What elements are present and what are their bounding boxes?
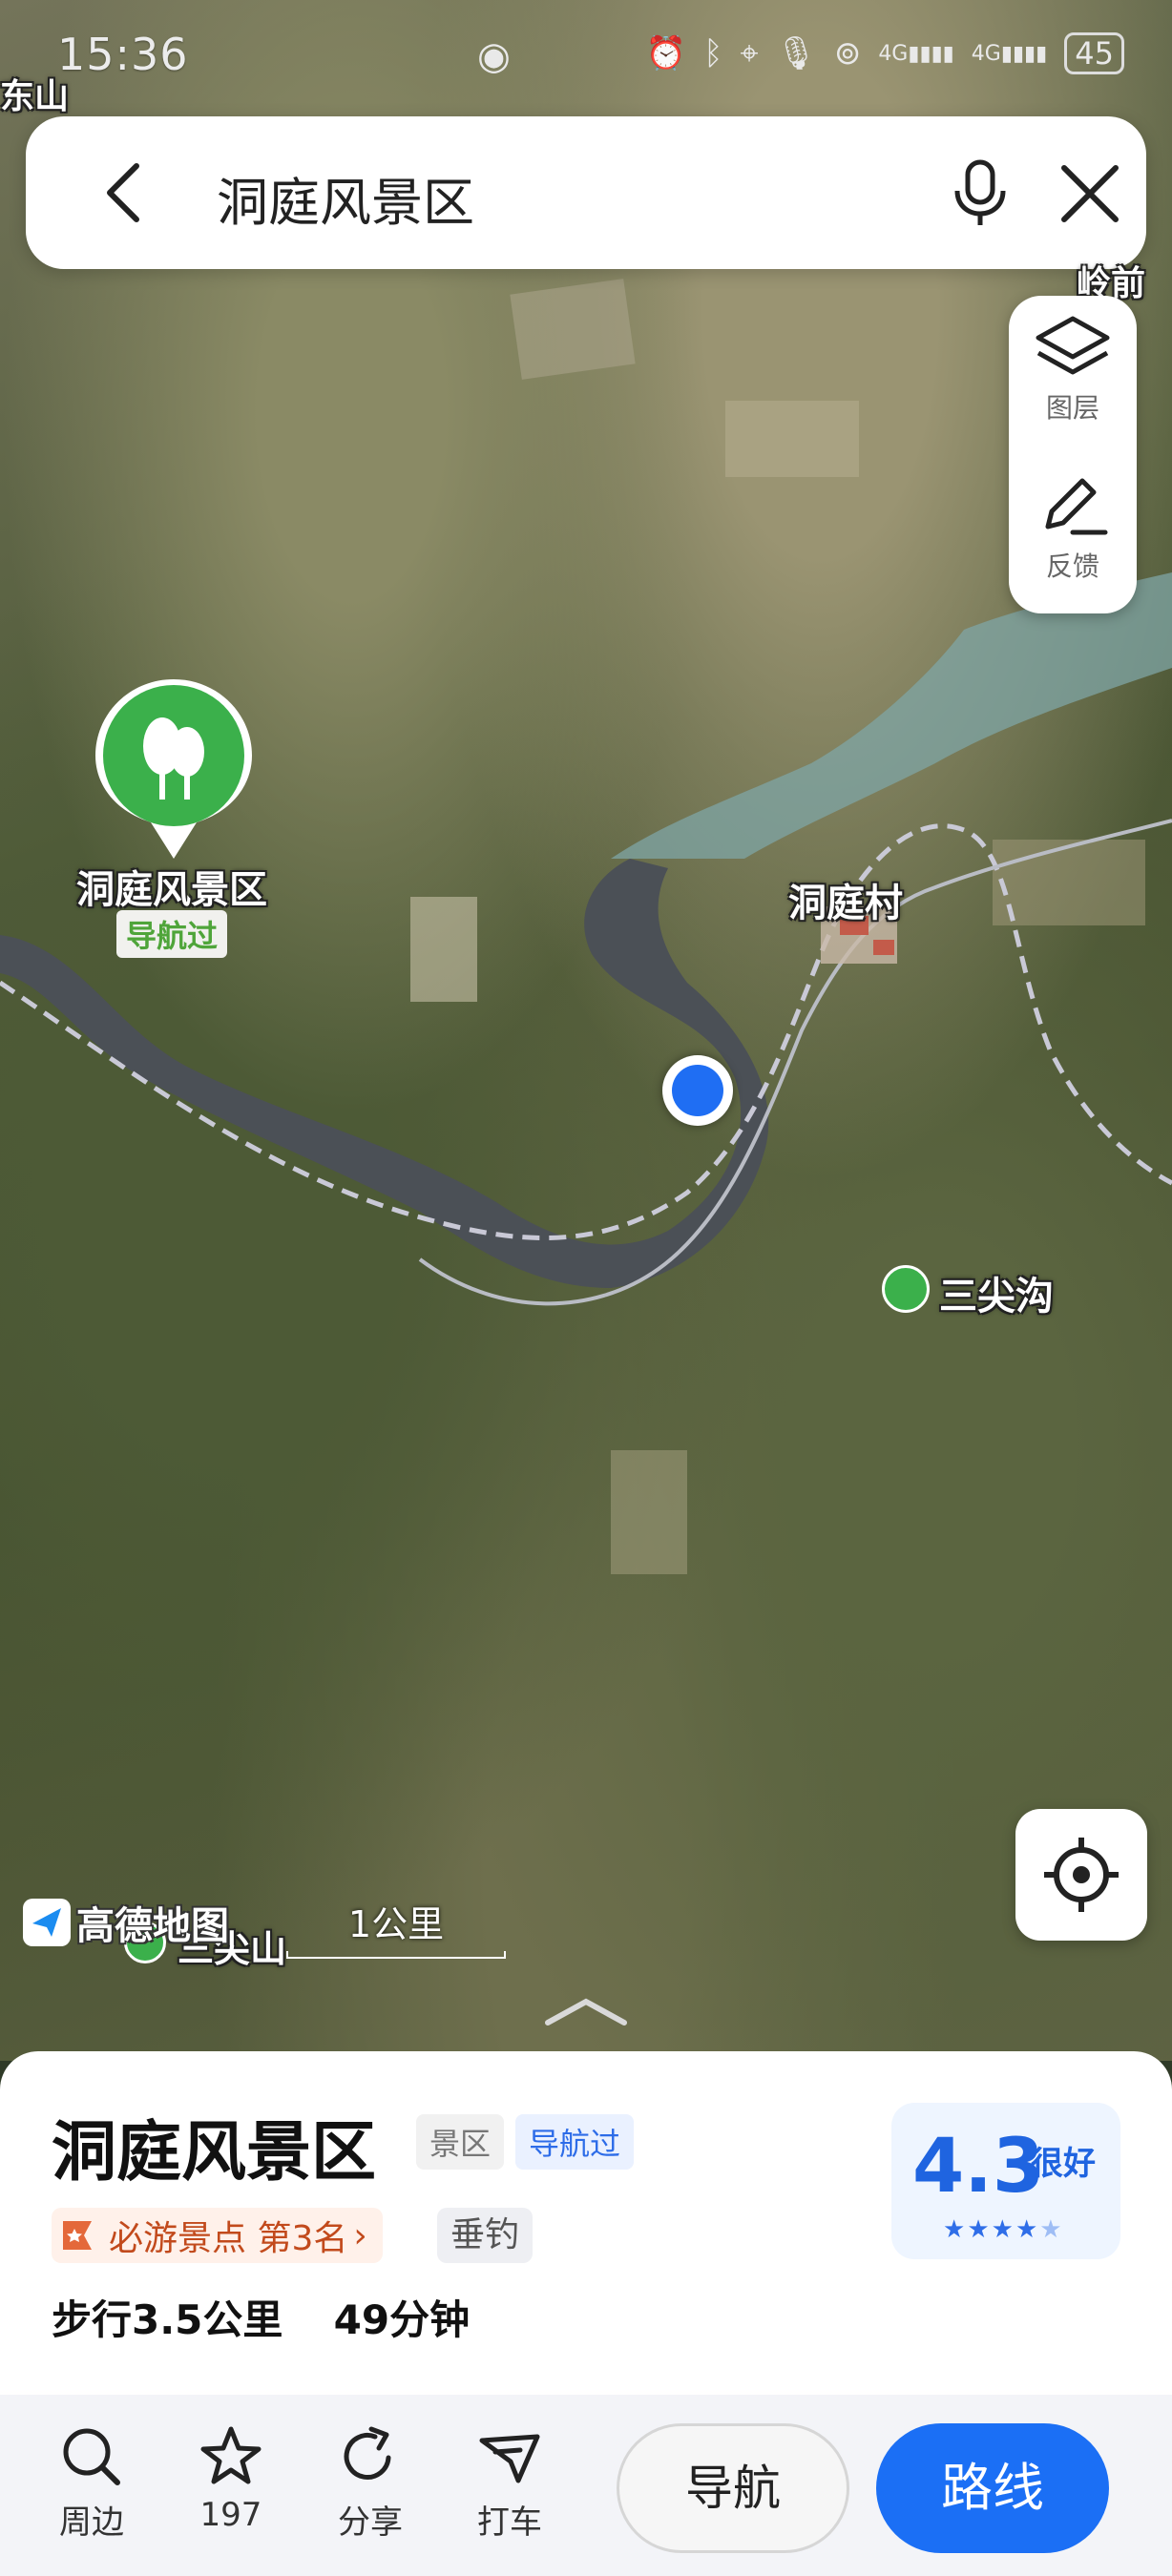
- poi-name-label: 洞庭风景区: [76, 868, 267, 912]
- eye-icon: ◉: [477, 34, 511, 78]
- rating-word: 很好: [1031, 2145, 1096, 2183]
- bottom-toolbar: 周边 197 分享 打车 导航 路线: [0, 2395, 1172, 2576]
- scale-bar: [286, 1951, 506, 1959]
- walk-time: 49分钟: [333, 2296, 471, 2343]
- amap-logo: 高德地图: [23, 1895, 229, 1950]
- route-button[interactable]: 路线: [876, 2423, 1109, 2553]
- status-bar: 15:36 ◉ ⏰ ᛒ ⌖ 🎙 ⊚ 4G▮▮▮▮ 4G▮▮▮▮ 45: [0, 0, 1172, 114]
- walk-info: 步行3.5公里 49分钟: [52, 2288, 470, 2346]
- status-time: 15:36: [57, 29, 189, 80]
- rank-chip[interactable]: 必游景点 第3名 ›: [52, 2208, 383, 2263]
- flag-icon: [63, 2221, 92, 2250]
- star-outline-icon: [200, 2426, 262, 2484]
- mountain-icon: [882, 1265, 930, 1313]
- signal-icon: 4G▮▮▮▮: [878, 41, 954, 66]
- battery-icon: 45: [1064, 32, 1124, 74]
- star-icon: ★: [991, 2215, 1015, 2244]
- star-icon: ★: [1039, 2215, 1064, 2244]
- layers-icon: [1036, 316, 1110, 375]
- mic-icon[interactable]: [942, 155, 1018, 231]
- layers-button[interactable]: 图层: [1009, 296, 1137, 448]
- taxi-icon: [479, 2434, 540, 2483]
- hotspot-icon: ⊚: [833, 34, 862, 73]
- star-icon: ★: [943, 2215, 968, 2244]
- search-bar[interactable]: 洞庭风景区: [26, 116, 1146, 269]
- map-terrain: [0, 279, 1172, 1574]
- map-tools-panel: 图层 反馈: [1009, 296, 1137, 613]
- search-query[interactable]: 洞庭风景区: [217, 160, 474, 236]
- map-label-top-left: 东山: [0, 77, 70, 116]
- rank-text: 必游景点 第3名: [109, 2219, 348, 2258]
- star-icon: ★: [1015, 2215, 1040, 2244]
- mic-status-icon: 🎙: [775, 34, 817, 73]
- chevron-up-icon[interactable]: [538, 1992, 634, 2030]
- chevron-right-icon: ›: [353, 2215, 367, 2255]
- place-type-tag: 景区: [416, 2114, 505, 2170]
- walk-distance: 步行3.5公里: [52, 2296, 283, 2343]
- locate-me-button[interactable]: [1015, 1809, 1147, 1941]
- signal-icon-2: 4G▮▮▮▮: [971, 41, 1048, 66]
- share-icon: [344, 2426, 391, 2480]
- back-icon[interactable]: [94, 160, 159, 225]
- poi-marker-icon[interactable]: [95, 679, 252, 861]
- layers-label: 图层: [1045, 392, 1099, 424]
- map-label-village: 洞庭村: [788, 882, 903, 925]
- alarm-icon: ⏰: [645, 34, 687, 73]
- feedback-button[interactable]: 反馈: [1009, 454, 1137, 607]
- share-label: 分享: [338, 2503, 403, 2542]
- rating-stars: ★★★★★: [943, 2215, 1064, 2244]
- map-scale: 1公里: [286, 1895, 506, 1959]
- fishing-tag: 垂钓: [437, 2208, 534, 2263]
- place-navigated-tag: 导航过: [515, 2114, 635, 2170]
- rating-score: 4.3: [912, 2124, 1045, 2210]
- feedback-label: 反馈: [1045, 551, 1099, 582]
- current-location-dot: [662, 1055, 733, 1126]
- share-button[interactable]: 分享: [313, 2423, 428, 2543]
- nearby-label: 周边: [59, 2503, 124, 2542]
- map-view[interactable]: [0, 0, 1172, 2061]
- poi-navigated-tag: 导航过: [116, 910, 228, 958]
- taxi-label: 打车: [477, 2503, 542, 2542]
- taxi-button[interactable]: 打车: [452, 2423, 567, 2543]
- place-title: 洞庭风景区: [52, 2115, 377, 2191]
- bluetooth-icon: ᛒ: [703, 34, 723, 73]
- map-label-sanjiangou[interactable]: 三尖沟: [939, 1265, 1054, 1320]
- close-icon[interactable]: [1057, 160, 1123, 227]
- amap-logo-icon: [23, 1899, 71, 1946]
- scale-label: 1公里: [347, 1903, 445, 1945]
- logo-text: 高德地图: [76, 1904, 229, 1948]
- star-icon: ★: [967, 2215, 992, 2244]
- crosshair-icon: [1044, 1838, 1119, 1912]
- nearby-button[interactable]: 周边: [34, 2423, 149, 2543]
- location-icon: ⌖: [740, 34, 759, 73]
- favorite-count: 197: [199, 2496, 262, 2534]
- navigate-button[interactable]: 导航: [617, 2423, 849, 2553]
- favorite-button[interactable]: 197: [174, 2423, 288, 2534]
- edit-icon: [1045, 478, 1108, 535]
- search-icon: [63, 2428, 120, 2485]
- status-icons: ⏰ ᛒ ⌖ 🎙 ⊚ 4G▮▮▮▮ 4G▮▮▮▮ 45: [646, 32, 1124, 74]
- rating-box[interactable]: 4.3 很好 ★★★★★: [891, 2103, 1120, 2259]
